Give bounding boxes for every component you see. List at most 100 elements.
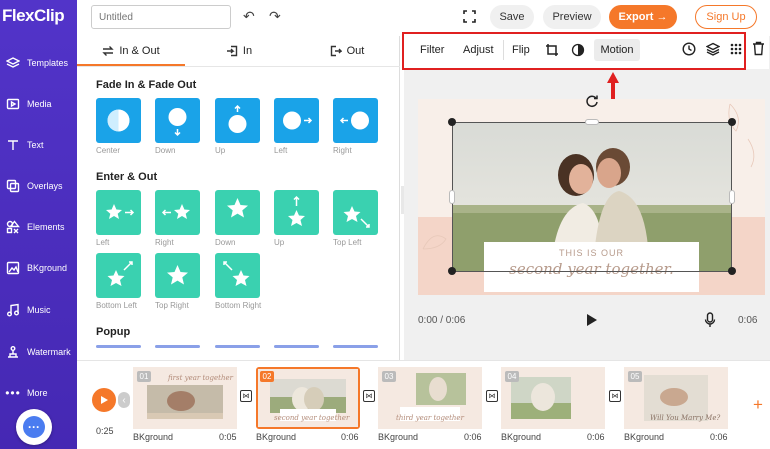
- fade-tile-left[interactable]: [274, 98, 319, 143]
- fade-tile-center[interactable]: [96, 98, 141, 143]
- clip-label: BKground: [501, 432, 542, 442]
- chat-button[interactable]: ···: [16, 409, 52, 445]
- caption-small-text[interactable]: THIS IS OUR: [484, 248, 699, 258]
- resize-handle-bottom-left[interactable]: [448, 267, 456, 275]
- clip-caption: third year together: [396, 414, 464, 422]
- sidebar-item-watermark[interactable]: Watermark: [0, 337, 77, 367]
- popup-tile[interactable]: [96, 345, 141, 348]
- enter-tile-top-left[interactable]: [333, 190, 378, 235]
- tab-label: In & Out: [119, 44, 160, 57]
- tile-label: Right: [155, 238, 174, 247]
- signup-button[interactable]: Sign Up: [695, 5, 757, 29]
- sidebar-item-text[interactable]: Text: [0, 130, 77, 160]
- sidebar-item-label: Text: [27, 140, 44, 150]
- popup-tile[interactable]: [215, 345, 260, 348]
- resize-handle-bottom-right[interactable]: [728, 267, 736, 275]
- clip-number: 01: [137, 371, 151, 382]
- clip-caption: first year together: [168, 374, 233, 382]
- enter-tile-top-right[interactable]: [155, 253, 200, 298]
- tile-label: Left: [274, 146, 288, 155]
- clip-label: BKground: [624, 432, 665, 442]
- sidebar-item-label: Overlays: [27, 181, 63, 191]
- timeline-play-button[interactable]: [92, 388, 116, 412]
- trash-icon[interactable]: [752, 41, 765, 56]
- sidebar-item-label: More: [27, 388, 48, 398]
- tile-label: Up: [215, 146, 226, 155]
- sidebar-item-overlays[interactable]: Overlays: [0, 171, 77, 201]
- swap-icon: [102, 45, 115, 56]
- tile-label: Top Left: [333, 238, 362, 247]
- rotate-icon[interactable]: [585, 94, 599, 108]
- transition-icon[interactable]: ⋈: [609, 390, 621, 402]
- sidebar-item-music[interactable]: Music: [0, 295, 77, 325]
- exit-icon: [330, 45, 342, 56]
- overlays-icon: [6, 179, 20, 193]
- fade-tile-right[interactable]: [333, 98, 378, 143]
- sidebar-item-more[interactable]: ••• More: [0, 378, 77, 408]
- enter-tile-down[interactable]: [215, 190, 260, 235]
- transition-icon[interactable]: ⋈: [363, 390, 375, 402]
- save-button[interactable]: Save: [490, 5, 534, 29]
- clip-label: BKground: [256, 432, 297, 442]
- sidebar-item-templates[interactable]: Templates: [0, 48, 77, 78]
- tab-out[interactable]: Out: [293, 37, 401, 64]
- tile-label: Left: [96, 238, 110, 247]
- video-duration: 0:06: [738, 315, 758, 326]
- redo-icon[interactable]: ↷: [269, 8, 281, 25]
- clip-duration: 0:06: [464, 432, 482, 442]
- layers-icon: [6, 56, 20, 70]
- enter-tile-right[interactable]: [155, 190, 200, 235]
- resize-handle-left[interactable]: [449, 190, 455, 204]
- resize-handle-top-right[interactable]: [728, 118, 736, 126]
- popup-tile[interactable]: [274, 345, 319, 348]
- media-icon: [6, 97, 20, 111]
- enter-tile-up[interactable]: [274, 190, 319, 235]
- export-button[interactable]: Export →: [609, 5, 677, 29]
- transition-icon[interactable]: ⋈: [240, 390, 252, 402]
- clip-duration: 0:06: [587, 432, 605, 442]
- clip-number: 05: [628, 371, 642, 382]
- more-icon: •••: [5, 386, 21, 400]
- popup-tile[interactable]: [333, 345, 378, 348]
- sidebar-item-label: Watermark: [27, 347, 71, 357]
- preview-button[interactable]: Preview: [543, 5, 601, 29]
- tab-in[interactable]: In: [185, 37, 293, 64]
- clip-caption: second year together: [274, 414, 350, 422]
- sidebar-item-label: BKground: [27, 263, 68, 273]
- enter-tile-bottom-right[interactable]: [215, 253, 260, 298]
- caption-script-text[interactable]: second year together.: [484, 260, 699, 278]
- fade-tile-down[interactable]: [155, 98, 200, 143]
- tab-label: In: [242, 44, 253, 57]
- clip-caption: Will You Marry Me?: [650, 414, 721, 422]
- app-logo[interactable]: FlexClip: [2, 6, 76, 28]
- enter-icon: [226, 45, 238, 56]
- add-clip-icon[interactable]: +: [750, 396, 766, 413]
- elements-icon: [6, 220, 20, 234]
- popup-tile[interactable]: [155, 345, 200, 348]
- play-icon: [101, 396, 108, 404]
- divider: [77, 66, 400, 67]
- fullscreen-icon[interactable]: [463, 10, 476, 23]
- transition-icon[interactable]: ⋈: [486, 390, 498, 402]
- tile-label: Down: [155, 146, 176, 155]
- project-title-input[interactable]: [91, 5, 231, 29]
- sidebar-item-label: Elements: [27, 222, 65, 232]
- sidebar-item-elements[interactable]: Elements: [0, 212, 77, 242]
- tile-label: Center: [96, 146, 121, 155]
- resize-handle-top-left[interactable]: [448, 118, 456, 126]
- enter-tile-bottom-left[interactable]: [96, 253, 141, 298]
- sidebar-item-bkground[interactable]: BKground: [0, 253, 77, 283]
- tab-in-out[interactable]: In & Out: [77, 37, 185, 64]
- timeline-scroll-left[interactable]: ‹: [118, 392, 130, 408]
- resize-handle-right[interactable]: [729, 190, 735, 204]
- microphone-icon[interactable]: [704, 312, 716, 328]
- clip-number: 03: [382, 371, 396, 382]
- enter-tile-left[interactable]: [96, 190, 141, 235]
- tile-label: Right: [333, 146, 352, 155]
- play-icon[interactable]: [586, 313, 598, 327]
- tile-label: Up: [274, 238, 285, 247]
- fade-tile-up[interactable]: [215, 98, 260, 143]
- resize-handle-top[interactable]: [585, 119, 599, 125]
- undo-icon[interactable]: ↶: [243, 8, 255, 25]
- sidebar-item-media[interactable]: Media: [0, 89, 77, 119]
